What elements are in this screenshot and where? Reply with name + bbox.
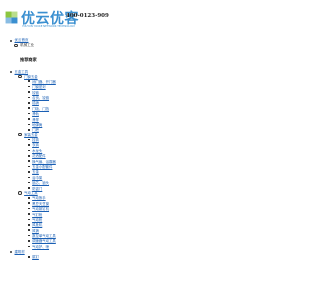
list-item-link[interactable]: 气动护、喷 (32, 244, 49, 249)
list-item-link[interactable]: 五金 (32, 169, 39, 174)
list-item-link[interactable]: 气动铆钉机 (32, 206, 49, 211)
bullet-icon (28, 128, 30, 131)
phone-number: 400-0123-909 (66, 13, 109, 19)
list-item-link[interactable]: 调速器气动工具 (32, 238, 56, 243)
bullet-icon (28, 102, 30, 104)
bullet-icon (28, 154, 30, 157)
bullet-icon (28, 207, 30, 210)
bullet-icon (10, 39, 12, 42)
breadcrumb: 优云首页 机械工业 (10, 38, 34, 48)
bullet-icon (28, 245, 30, 248)
bullet-icon (28, 176, 30, 179)
breadcrumb-current: 机械工业 (10, 43, 34, 48)
bullet-icon (28, 229, 30, 231)
bullet-icon (28, 213, 30, 215)
bullet-icon (28, 224, 30, 226)
list-item-link[interactable]: 气动扳手 (32, 195, 46, 200)
list-item-link[interactable]: 黑豆天豆窗 (32, 201, 49, 206)
breadcrumb-current-label: 机械工业 (20, 43, 35, 47)
list-item-link[interactable]: 合页、铰链 (32, 95, 49, 100)
list-item-link[interactable]: 铰链 (32, 90, 39, 95)
bullet-icon (28, 112, 30, 115)
list-item-link[interactable]: 挂钩 (32, 137, 39, 142)
bullet-icon (10, 250, 12, 253)
bullet-icon (28, 202, 30, 205)
bullet-icon (28, 80, 30, 83)
bullet-icon (28, 91, 30, 93)
list-item-link[interactable]: 锁芯、锁头 (32, 180, 49, 185)
list-item-link[interactable]: 地弹簧 (32, 122, 42, 127)
bullet-icon (28, 240, 30, 242)
bullet-icon (28, 123, 30, 126)
list-item-link[interactable]: 腻钉 (32, 254, 39, 259)
bullet-icon (28, 165, 30, 168)
bullet-icon (28, 187, 30, 189)
category-tree: 五金工具 门窗五金 闭门器、开门器 门窗密封 铰链 合页、铰链 插销 门吸、门挡 滑轨 滑撑 地弹簧… (10, 69, 56, 260)
list-item-link[interactable]: 衣钩 (32, 142, 39, 147)
list-item-link[interactable]: 滑轨 (32, 111, 39, 116)
bullet-icon (18, 191, 22, 195)
section-title: 推荐商家 (20, 57, 37, 62)
list-item-link[interactable]: 风镐 (32, 228, 39, 233)
site-header: 优云优客 YOUYUN YOUKE NETWORK TECHNOLOGY 400… (0, 0, 300, 36)
category-item-link[interactable]: 建筑材 (15, 249, 25, 254)
list-item-link[interactable]: 气动枪 (32, 217, 42, 222)
bullet-icon (28, 234, 30, 237)
bullet-icon (28, 96, 30, 99)
list-item-link[interactable]: 闭门器、开门器 (32, 79, 56, 84)
logo-icon[interactable] (3, 9, 20, 26)
list-item-link[interactable]: 滑撑 (32, 117, 39, 122)
bullet-icon (28, 107, 30, 110)
bullet-icon (10, 70, 12, 73)
list-item-link[interactable]: 插销 (32, 100, 39, 105)
list-item-link[interactable]: 数控单气动工具 (32, 233, 56, 238)
bullet-icon (28, 118, 30, 120)
bullet-icon (28, 256, 30, 258)
bullet-icon (28, 138, 30, 141)
bullet-icon (28, 144, 30, 146)
bullet-icon (28, 218, 30, 221)
bullet-icon (28, 160, 30, 162)
list-item-link[interactable]: 气钉枪 (32, 212, 42, 217)
list-item-link[interactable]: 换气扇、浴霸器 (32, 159, 56, 164)
list-item-link[interactable]: 浴巾架 (32, 175, 42, 180)
bullet-icon (18, 74, 22, 79)
list-item-link[interactable]: 门吸、门挡 (32, 106, 49, 111)
logo-subtext: YOUYUN YOUKE NETWORK TECHNOLOGY (22, 25, 76, 28)
bullet-icon (28, 197, 30, 199)
list-item-link[interactable]: 水龙头 (32, 148, 42, 153)
bullet-icon (28, 85, 30, 88)
list-item-link[interactable]: 五金小配套件 (32, 164, 52, 169)
list-item-link[interactable]: 风批机 (32, 222, 42, 227)
bullet-icon (28, 181, 30, 184)
bullet-icon (28, 171, 30, 173)
list-item-link[interactable]: 花洒配件 (32, 153, 46, 158)
bullet-icon (28, 149, 30, 152)
list-item-link[interactable]: 门窗密封 (32, 84, 46, 89)
bullet-icon (14, 43, 18, 48)
list-item[interactable]: 腻钉 (10, 254, 56, 259)
